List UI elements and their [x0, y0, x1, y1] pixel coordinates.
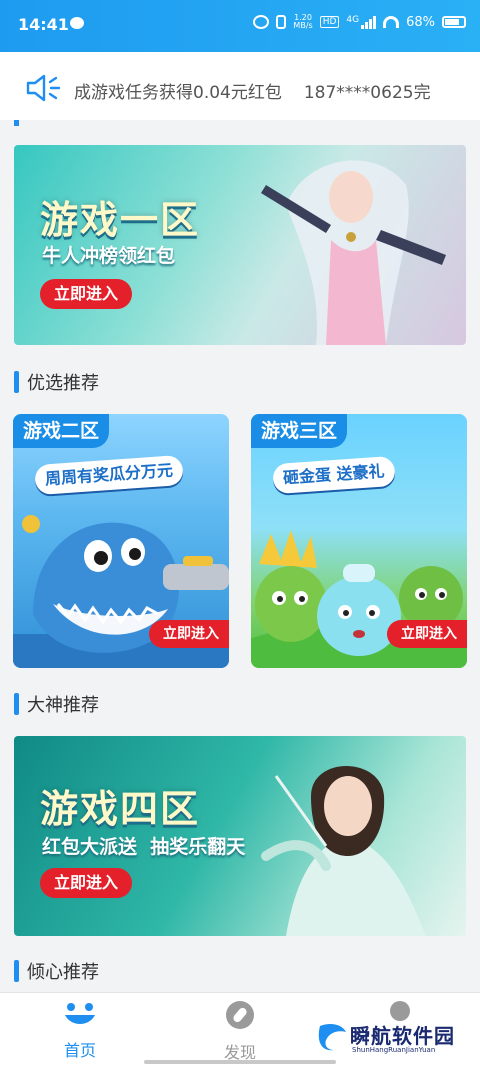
nav-home[interactable]: 首页 [20, 1001, 140, 1061]
section-heading-featured: 优选推荐 [14, 369, 99, 395]
banner-game-zone-4[interactable]: 游戏四区 红包大派送 抽奖乐翻天 立即进入 [14, 736, 466, 936]
enter-button[interactable]: 立即进入 [149, 620, 229, 648]
announcement-marquee[interactable]: 成游戏任务获得0.04元红包 187****0625完 [0, 52, 480, 120]
section-accent-bar [14, 960, 19, 982]
enter-button[interactable]: 立即进入 [40, 279, 133, 309]
network-type: 4G [346, 15, 360, 25]
hd-badge: HD [319, 16, 340, 28]
speaker-icon [26, 74, 61, 102]
section-label: 优选推荐 [27, 373, 99, 394]
compass-icon [226, 1001, 254, 1029]
character-illustration [261, 766, 426, 936]
marquee-text: 成游戏任务获得0.04元红包 187****0625完 [74, 78, 431, 103]
card-slogan: 周周有奖瓜分万元 [34, 454, 184, 496]
home-icon [65, 1003, 95, 1024]
character-illustration [261, 160, 446, 345]
nav-home-label: 首页 [63, 1041, 96, 1060]
battery-icon [442, 16, 466, 28]
marquee-message-2: 187****0625完 [303, 83, 431, 103]
banner-game-zone-1[interactable]: 游戏一区 牛人冲榜领红包 立即进入 [14, 145, 466, 345]
watermark-subtext: ShunHangRuanJianYuan [352, 1046, 436, 1054]
section-label: 倾心推荐 [27, 962, 99, 983]
card-game-zone-2[interactable]: 游戏二区 周周有奖瓜分万元 立即进入 [13, 414, 229, 668]
network-speed-unit: MB/s [293, 21, 313, 30]
card-game-zone-3[interactable]: 游戏三区 砸金蛋 送豪礼 立即进入 [251, 414, 467, 668]
watermark-logo: 瞬航软件园 ShunHangRuanJianYuan [316, 1018, 466, 1060]
section-accent-bar [14, 371, 19, 393]
card-slogan: 砸金蛋 送豪礼 [272, 455, 396, 495]
alarm-icon [253, 15, 270, 29]
wifi-icon [383, 16, 400, 28]
card-tag: 游戏三区 [251, 414, 348, 448]
status-time: 14:41 [18, 15, 69, 34]
section-heading-experts: 大神推荐 [14, 691, 99, 717]
status-indicators: 1.20 MB/s HD 4G 68% [253, 14, 466, 30]
enter-button[interactable]: 立即进入 [387, 620, 467, 648]
enter-button[interactable]: 立即进入 [40, 868, 133, 898]
banner-title: 游戏四区 [40, 787, 201, 831]
watermark-text: 瞬航软件园 [350, 1024, 455, 1048]
banner-subtitle: 红包大派送 抽奖乐翻天 [42, 836, 246, 858]
section-heading-favorites: 倾心推荐 [14, 958, 99, 984]
network-speed: 1.20 MB/s [293, 14, 312, 30]
battery-percent: 68% [406, 14, 435, 30]
section-accent-bar [14, 693, 19, 715]
signal-icon: 4G [346, 15, 377, 29]
banner-subtitle: 牛人冲榜领红包 [42, 245, 176, 267]
home-indicator[interactable] [144, 1060, 336, 1064]
chat-notification-icon [70, 17, 84, 29]
marquee-message-1: 成游戏任务获得0.04元红包 [74, 83, 282, 103]
banner-title: 游戏一区 [40, 198, 201, 242]
section-label: 大神推荐 [27, 695, 99, 716]
nav-discover[interactable]: 发现 [180, 1001, 300, 1063]
card-tag: 游戏二区 [13, 414, 110, 448]
vibrate-icon [276, 15, 287, 29]
status-bar: 14:41 1.20 MB/s HD 4G 68% [0, 0, 480, 52]
watermark-mark-icon [318, 1024, 346, 1051]
section-marker-partial [14, 120, 19, 126]
